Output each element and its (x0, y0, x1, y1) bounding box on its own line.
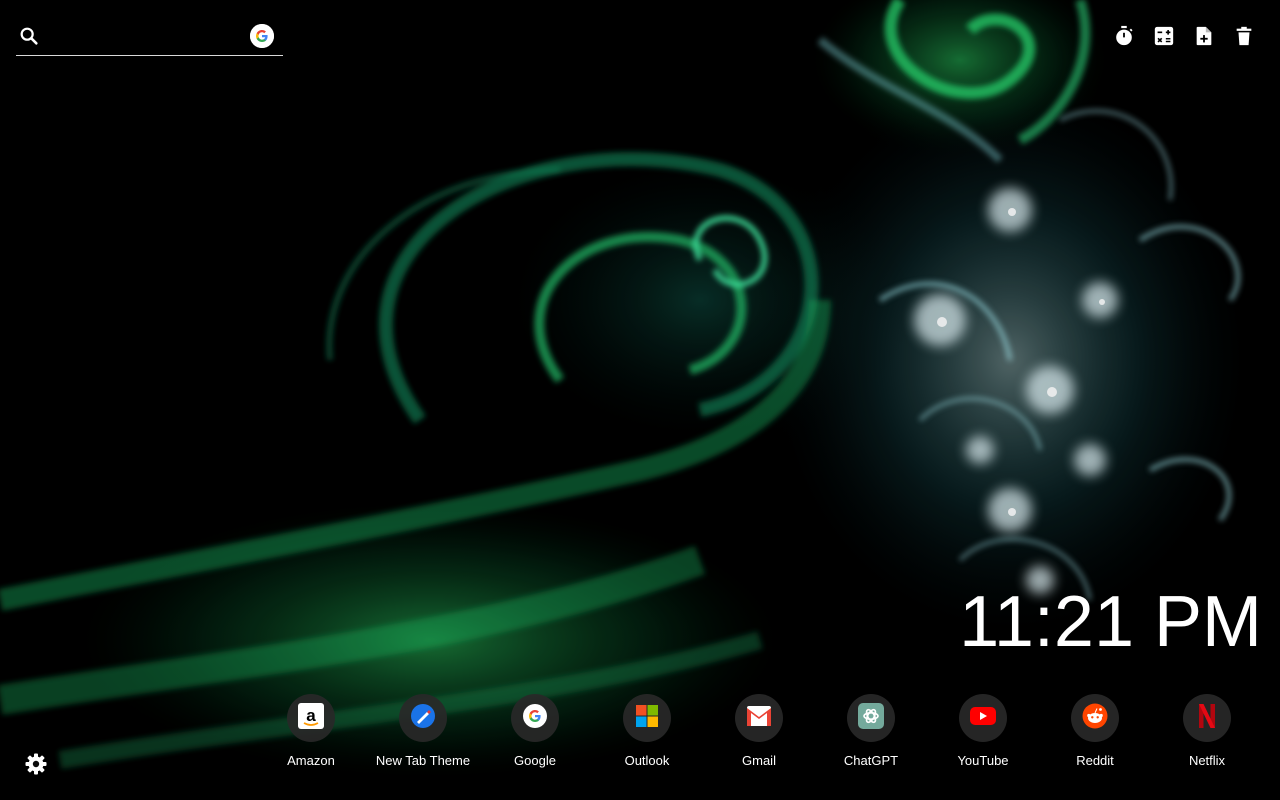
shortcut-tile (1071, 694, 1119, 742)
clock: 11:21 PM (959, 582, 1262, 662)
shortcut-new-tab-theme[interactable]: New Tab Theme (367, 694, 479, 768)
shortcut-youtube[interactable]: YouTube (927, 694, 1039, 768)
search-icon[interactable] (18, 25, 40, 47)
shortcut-netflix[interactable]: Netflix (1151, 694, 1263, 768)
shortcut-reddit[interactable]: Reddit (1039, 694, 1151, 768)
timer-icon[interactable] (1112, 24, 1136, 48)
gmail-icon (747, 705, 771, 731)
reddit-icon (1082, 703, 1108, 734)
shortcut-label: Google (514, 753, 556, 768)
shortcut-tile (959, 694, 1007, 742)
trash-icon[interactable] (1232, 24, 1256, 48)
shortcut-label: Amazon (287, 753, 335, 768)
google-icon (523, 703, 547, 733)
calculator-icon[interactable] (1152, 24, 1176, 48)
shortcut-tile (1183, 694, 1231, 742)
shortcut-tile (735, 694, 783, 742)
shortcut-google[interactable]: Google (479, 694, 591, 768)
gear-icon[interactable] (24, 752, 48, 776)
svg-text:a: a (306, 706, 316, 725)
netflix-icon (1197, 703, 1217, 734)
wallpaper (0, 0, 1280, 800)
shortcut-label: ChatGPT (843, 753, 899, 768)
shortcut-chatgpt[interactable]: ChatGPT (815, 694, 927, 768)
shortcut-label: Gmail (742, 753, 776, 768)
new-tab-theme-icon (410, 703, 436, 734)
shortcut-label: Outlook (624, 753, 670, 768)
shortcut-label: Reddit (1076, 753, 1114, 768)
shortcut-outlook[interactable]: Outlook (591, 694, 703, 768)
google-icon[interactable] (250, 24, 274, 48)
top-toolbar (1112, 24, 1256, 48)
outlook-icon (635, 704, 659, 733)
shortcut-label: YouTube (957, 753, 1009, 768)
new-tab-page: 11:21 PM a Amazon New Tab Theme Google O… (0, 0, 1280, 800)
shortcut-gmail[interactable]: Gmail (703, 694, 815, 768)
search-input[interactable] (50, 24, 250, 52)
shortcut-tile (847, 694, 895, 742)
shortcut-label: Netflix (1188, 753, 1226, 768)
amazon-icon: a (298, 702, 324, 734)
youtube-icon (970, 706, 996, 730)
shortcut-label: New Tab Theme (375, 753, 471, 768)
search-bar (16, 20, 283, 56)
shortcut-tile (623, 694, 671, 742)
shortcut-tile (399, 694, 447, 742)
new-note-icon[interactable] (1192, 24, 1216, 48)
shortcut-tile: a (287, 694, 335, 742)
chatgpt-icon (858, 702, 884, 734)
shortcut-amazon[interactable]: a Amazon (255, 694, 367, 768)
shortcut-tile (511, 694, 559, 742)
